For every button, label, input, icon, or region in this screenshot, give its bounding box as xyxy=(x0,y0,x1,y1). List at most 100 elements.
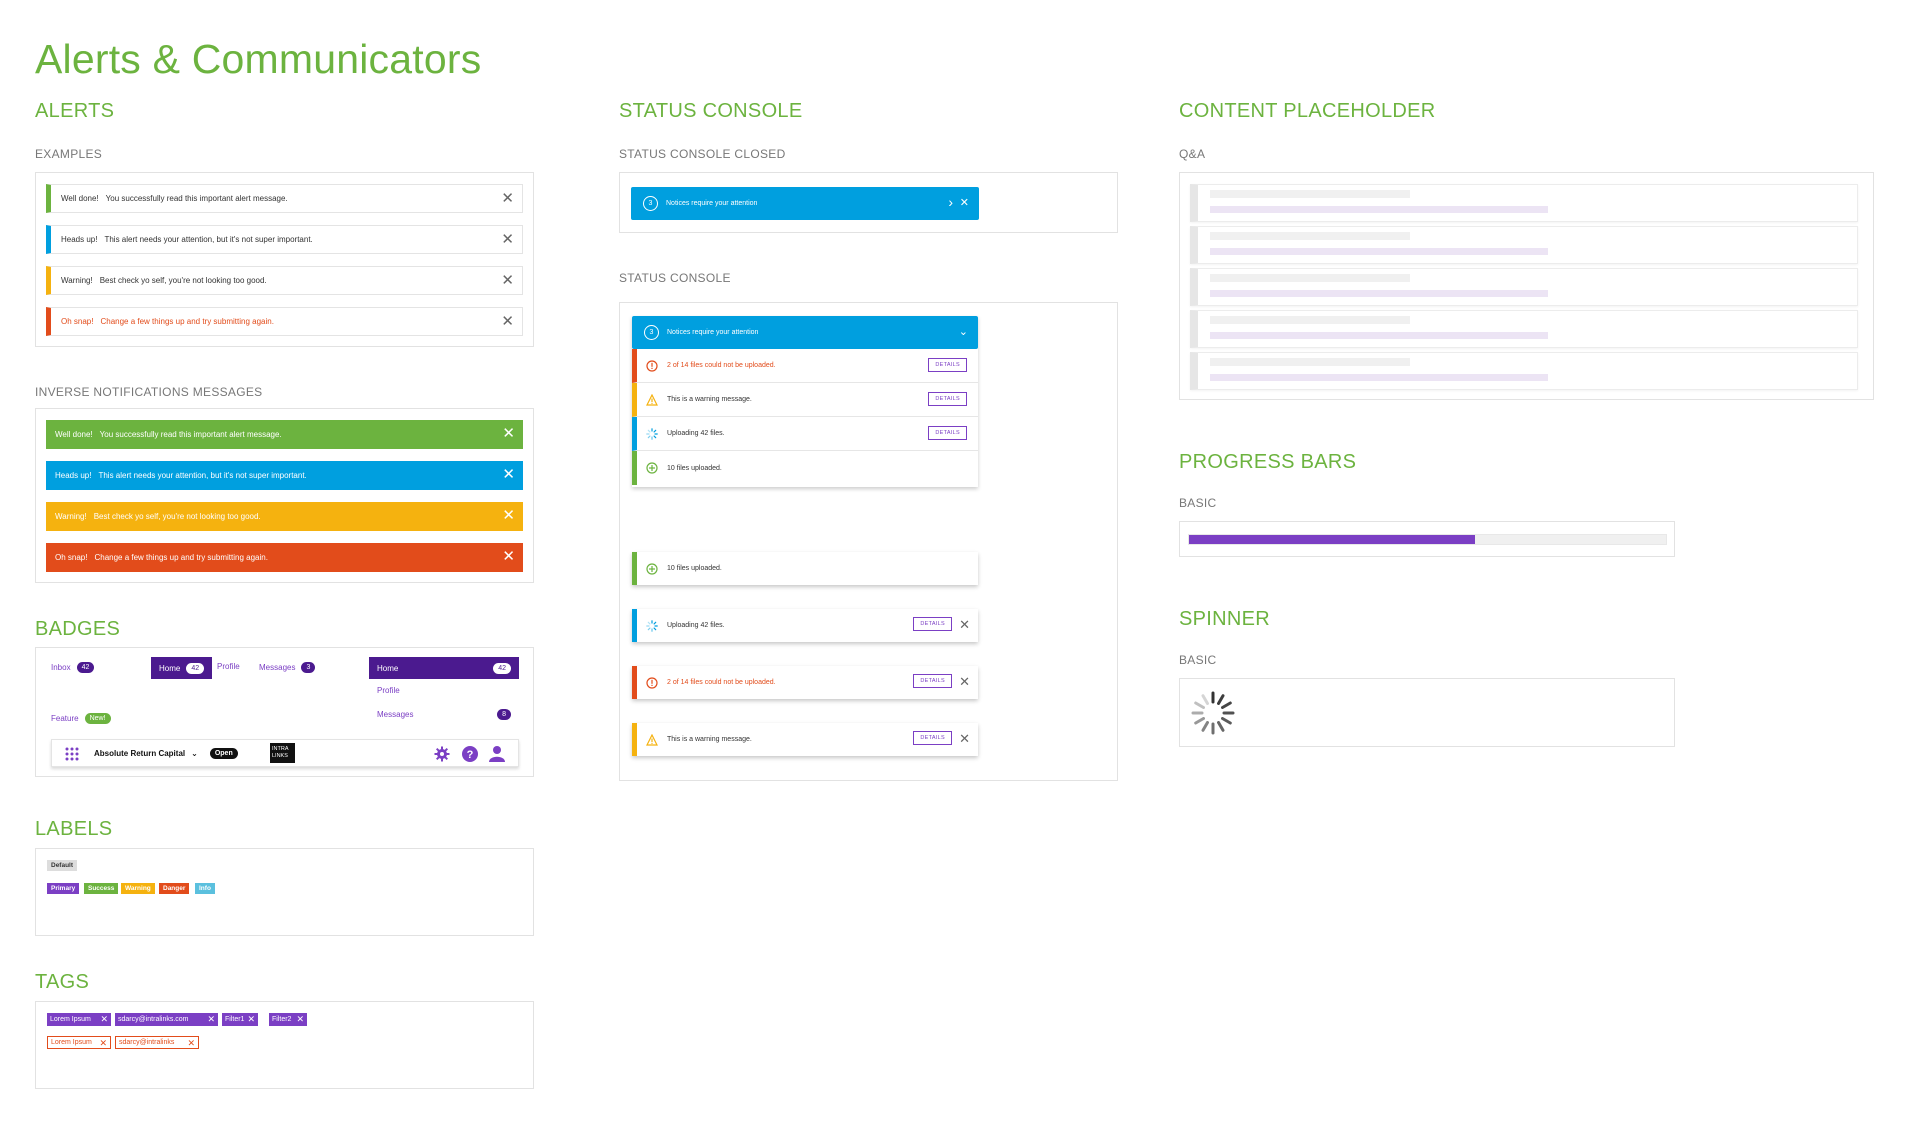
nav-profile-item[interactable]: Profile xyxy=(377,686,400,695)
console-row-error: 2 of 14 files could not be uploaded. DET… xyxy=(632,349,978,383)
warning-icon xyxy=(646,733,658,746)
card-text: 10 files uploaded. xyxy=(667,565,722,572)
status-console-panel: 3 Notices require your attention ⌄ 2 of … xyxy=(632,316,978,487)
logo-line-1: INTRA xyxy=(272,746,289,752)
details-button[interactable]: DETAILS xyxy=(913,674,952,688)
loading-icon xyxy=(646,619,658,632)
close-icon[interactable]: ✕ xyxy=(296,1013,304,1026)
status-card-progress: Uploading 42 files. DETAILS ✕ xyxy=(632,609,978,642)
console-row-success: 10 files uploaded. xyxy=(632,451,978,485)
tag-filled: Filter1 ✕ xyxy=(222,1013,258,1026)
placeholder-row xyxy=(1190,184,1858,222)
nav-home-count-badge: 42 xyxy=(493,662,511,674)
close-icon[interactable]: ✕ xyxy=(501,272,514,289)
close-icon[interactable]: ✕ xyxy=(100,1013,108,1026)
close-icon[interactable]: ✕ xyxy=(502,425,515,442)
close-icon[interactable]: ✕ xyxy=(207,1013,215,1026)
tag-label: Filter1 xyxy=(225,1016,245,1023)
label-danger: Danger xyxy=(159,883,190,894)
messages-link[interactable]: Messages 3 xyxy=(259,662,316,673)
progress-fill xyxy=(1189,535,1476,544)
row-text: This is a warning message. xyxy=(667,396,752,403)
nav-messages-count-badge: 8 xyxy=(497,709,511,720)
tag-filled: Filter2 ✕ xyxy=(269,1013,307,1026)
page-title: Alerts & Communicators xyxy=(35,36,482,82)
placeholder-title: CONTENT PLACEHOLDER xyxy=(1179,100,1436,122)
chevron-right-icon[interactable]: › xyxy=(948,194,953,210)
spinner-box xyxy=(1179,678,1675,747)
badges-title: BADGES xyxy=(35,618,121,640)
alerts-examples-box: Well done! You successfully read this im… xyxy=(35,172,534,347)
new-badge: New! xyxy=(84,713,111,724)
details-button[interactable]: DETAILS xyxy=(913,731,952,745)
alert-text: This alert needs your attention, but it'… xyxy=(98,471,307,480)
profile-link[interactable]: Profile xyxy=(217,662,240,671)
alert-strong: Well done! xyxy=(55,430,93,439)
inverse-alert-success: Well done! You successfully read this im… xyxy=(46,420,523,449)
nav-messages-item[interactable]: Messages 8 xyxy=(377,709,511,720)
status-card-success: 10 files uploaded. xyxy=(632,552,978,585)
close-icon[interactable]: ✕ xyxy=(959,617,970,633)
nav-home-item[interactable]: Home 42 xyxy=(369,657,519,679)
console-row-progress: Uploading 42 files. DETAILS xyxy=(632,417,978,451)
details-button[interactable]: DETAILS xyxy=(913,617,952,631)
label-primary: Primary xyxy=(47,883,80,894)
console-closed-header[interactable]: 3 Notices require your attention › ✕ xyxy=(631,187,979,220)
close-icon[interactable]: ✕ xyxy=(501,313,514,330)
close-icon[interactable]: ✕ xyxy=(187,1037,195,1050)
inbox-link[interactable]: Inbox 42 xyxy=(51,662,95,673)
tag-outlined: sdarcy@intralinks ✕ xyxy=(115,1036,199,1049)
row-text: 10 files uploaded. xyxy=(667,464,722,472)
tag-filled: sdarcy@intralinks.com ✕ xyxy=(115,1013,218,1026)
close-icon[interactable]: ✕ xyxy=(959,674,970,690)
alerts-title: ALERTS xyxy=(35,100,115,122)
nav-messages-label: Messages xyxy=(377,710,414,719)
alert-text: Change a few things up and try submittin… xyxy=(100,317,274,326)
details-button[interactable]: DETAILS xyxy=(928,426,967,440)
close-icon[interactable]: ✕ xyxy=(501,190,514,207)
alert-strong: Warning! xyxy=(61,276,93,285)
gear-icon[interactable] xyxy=(434,746,450,762)
home-count-badge: 42 xyxy=(186,662,205,674)
card-status-bar xyxy=(632,552,637,585)
placeholder-row xyxy=(1190,268,1858,306)
tag-outlined: Lorem Ipsum ✕ xyxy=(47,1036,111,1049)
success-icon xyxy=(646,462,658,474)
spinner-title: SPINNER xyxy=(1179,608,1271,630)
labels-title: LABELS xyxy=(35,818,113,840)
app-grid-icon[interactable] xyxy=(65,747,79,761)
close-icon[interactable]: ✕ xyxy=(99,1037,107,1050)
alert-strong: Warning! xyxy=(55,512,87,521)
tag-label: sdarcy@intralinks xyxy=(119,1039,175,1046)
help-icon[interactable]: ? xyxy=(462,746,478,762)
placeholder-box xyxy=(1179,172,1874,400)
loading-icon xyxy=(646,427,658,440)
alert-text: You successfully read this important ale… xyxy=(105,194,288,203)
details-button[interactable]: DETAILS xyxy=(928,392,967,406)
workspace-selector[interactable]: Absolute Return Capital ⌄ Open xyxy=(94,748,238,759)
console-open-header[interactable]: 3 Notices require your attention ⌄ xyxy=(632,316,978,349)
console-open-box: 3 Notices require your attention ⌄ 2 of … xyxy=(619,302,1118,781)
tags-title: TAGS xyxy=(35,971,90,993)
chevron-down-icon[interactable]: ⌄ xyxy=(959,325,968,338)
details-button[interactable]: DETAILS xyxy=(928,358,967,372)
alert-text: Best check yo self, you're not looking t… xyxy=(93,512,261,521)
close-icon[interactable]: ✕ xyxy=(502,466,515,483)
alert-text: This alert needs your attention, but it'… xyxy=(104,235,313,244)
inverse-label: INVERSE NOTIFICATIONS MESSAGES xyxy=(35,385,263,399)
close-icon[interactable]: ✕ xyxy=(247,1013,255,1026)
nav-home-label: Home xyxy=(377,663,399,673)
close-icon[interactable]: ✕ xyxy=(959,731,970,747)
close-icon[interactable]: ✕ xyxy=(501,231,514,248)
user-icon[interactable] xyxy=(489,745,505,762)
alert-text: Change a few things up and try submittin… xyxy=(94,553,268,562)
label-success: Success xyxy=(84,883,119,894)
close-icon[interactable]: ✕ xyxy=(960,196,969,209)
home-pill[interactable]: Home 42 xyxy=(151,657,213,679)
close-icon[interactable]: ✕ xyxy=(502,548,515,565)
label-info: Info xyxy=(195,883,215,894)
progress-title: PROGRESS BARS xyxy=(1179,451,1357,473)
close-icon[interactable]: ✕ xyxy=(502,507,515,524)
tag-filled: Lorem Ipsum ✕ xyxy=(47,1013,111,1026)
alert-info: Heads up! This alert needs your attentio… xyxy=(46,225,523,254)
